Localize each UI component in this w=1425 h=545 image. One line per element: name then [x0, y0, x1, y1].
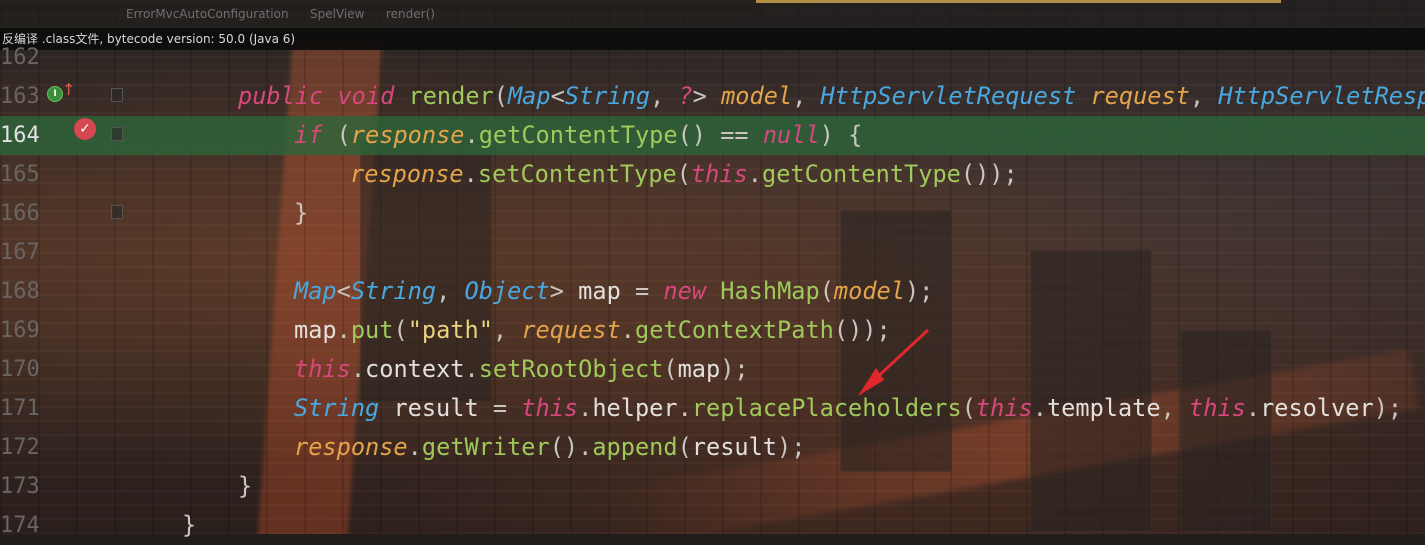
annotation-arrow-head [858, 368, 884, 396]
annotation-arrow [858, 328, 930, 396]
annotation-arrow-shaft [870, 328, 930, 384]
